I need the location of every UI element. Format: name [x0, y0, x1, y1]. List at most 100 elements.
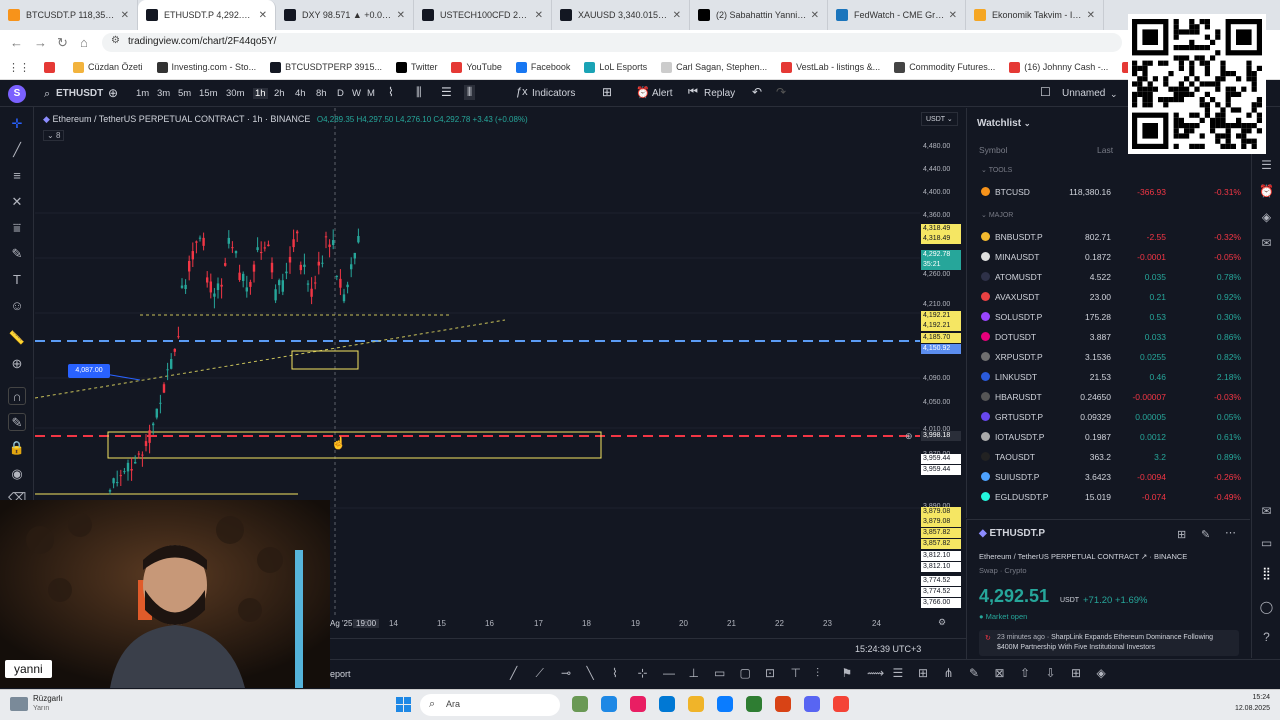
close-icon[interactable]: ✕ [121, 10, 129, 21]
column-symbol[interactable]: Symbol [979, 145, 1007, 155]
redo-icon[interactable]: ↷ [776, 85, 786, 99]
bookmark-item[interactable]: (16) Johnny Cash -... [1009, 61, 1108, 73]
horizontal-line-icon[interactable]: — [663, 666, 675, 680]
details-symbol[interactable]: ◆ ETHUSDT.P [979, 528, 1045, 539]
browser-tab[interactable]: USTECH100CFD 23,558.0 ✕ [414, 0, 552, 30]
info-line-icon[interactable]: ╲ [587, 666, 594, 680]
layout-icon[interactable]: ☐ [1040, 85, 1051, 99]
price-axis-marker[interactable]: 4,150.92 [921, 344, 961, 354]
bar-style-icon[interactable]: ⫼ [416, 85, 422, 100]
wave-icon[interactable]: ⟿ [867, 666, 884, 680]
watchlist-row[interactable]: XRPUSDT.P 3.1536 0.0255 0.82% [967, 347, 1251, 367]
price-axis-marker[interactable]: 3,857.82 [921, 528, 961, 538]
symbol-search-icon[interactable]: ⌕ [44, 88, 50, 101]
price-axis-marker[interactable]: 3,959.44 [921, 465, 961, 475]
grid-tool-icon[interactable]: ⊞ [918, 666, 928, 680]
prediction-icon[interactable]: ⩸ [8, 219, 26, 237]
copilot-icon[interactable] [630, 696, 646, 712]
watchlist-title[interactable]: Watchlist ⌄ [977, 118, 1031, 129]
stay-drawing-icon[interactable]: ✎ [8, 413, 26, 431]
replay-icon[interactable]: ⏮ [688, 86, 698, 99]
path-icon[interactable]: ⌇ [612, 666, 618, 680]
pencil-icon[interactable]: ✎ [969, 666, 979, 680]
interval-option[interactable]: 1m [136, 88, 149, 99]
edge-icon[interactable] [601, 696, 617, 712]
price-axis-marker[interactable]: 3,959.44 [921, 454, 961, 464]
outlook-icon[interactable] [659, 696, 675, 712]
interval-option[interactable]: 2h [274, 88, 285, 99]
whatsapp-icon[interactable] [746, 696, 762, 712]
add-alert-icon[interactable]: ⊕ [905, 431, 913, 442]
price-axis-marker[interactable]: 3,774.52 [921, 587, 961, 597]
alert-icon[interactable]: ⏰ [636, 86, 650, 99]
watchlist-icon[interactable]: ☰ [1259, 158, 1274, 173]
price-axis-marker[interactable]: 3,879.08 [921, 517, 961, 527]
watchlist-row[interactable]: BTCUSD 118,380.16 -366.93 -0.31% [967, 182, 1251, 202]
fork-icon[interactable]: ⫶ [816, 666, 819, 681]
alert-button[interactable]: Alert [652, 88, 673, 99]
interval-option[interactable]: 4h [295, 88, 306, 99]
arrow-up-icon[interactable]: ⇧ [1020, 666, 1030, 680]
chart-legend[interactable]: ◆ Ethereum / TetherUS PERPETUAL CONTRACT… [43, 114, 528, 125]
line-tool-icon[interactable]: ╱ [510, 666, 517, 680]
clock[interactable]: 15:24:39 UTC+3 [855, 644, 921, 654]
report-tab[interactable]: eport [330, 669, 351, 679]
watchlist-row[interactable]: MINAUSDT 0.1872 -0.0001 -0.05% [967, 247, 1251, 267]
price-label-left[interactable]: 4,087.00 [68, 364, 110, 378]
interval-option[interactable]: D [337, 88, 344, 99]
watchlist-row[interactable]: BNBUSDT.P 802.71 -2.55 -0.32% [967, 227, 1251, 247]
emoji-icon[interactable]: ☺ [8, 297, 26, 315]
bookmark-item[interactable]: VestLab - listings &... [781, 61, 880, 73]
interval-option[interactable]: M [367, 88, 375, 99]
more-icon[interactable]: ⋯ [1225, 526, 1236, 539]
replay-button[interactable]: Replay [704, 88, 735, 99]
section-tools[interactable]: ⌄ TOOLS [981, 166, 1012, 174]
chart-settings-icon[interactable]: ⚙ [938, 617, 946, 628]
interval-option[interactable]: W [352, 88, 361, 99]
ruler-icon[interactable]: 📏 [8, 329, 26, 347]
zoom-icon[interactable]: ⊕ [8, 355, 26, 373]
bookmark-item[interactable]: Facebook [515, 61, 570, 73]
pitchfork-icon[interactable]: ⋔ [944, 666, 954, 680]
start-icon[interactable] [396, 697, 412, 713]
taskbar-time[interactable]: 15:24 [1222, 694, 1270, 701]
column-last[interactable]: Last [1097, 145, 1113, 155]
pattern-icon[interactable]: ✕ [8, 193, 26, 211]
discord-icon[interactable] [804, 696, 820, 712]
watchlist-row[interactable]: GRTUSDT.P 0.09329 0.00005 0.05% [967, 407, 1251, 427]
price-axis-marker[interactable]: 4,318.49 [921, 234, 961, 244]
rectangle-icon[interactable]: ▢ [740, 666, 751, 680]
forward-icon[interactable]: → [34, 35, 47, 50]
taskbar-date[interactable]: 12.08.2025 [1222, 705, 1270, 712]
candles-icon[interactable]: ⫴ [464, 85, 476, 100]
close-icon[interactable]: ✕ [259, 10, 267, 21]
box-icon[interactable]: ⊠ [995, 666, 1005, 680]
watchlist-row[interactable]: AVAXUSDT 23.00 0.21 0.92% [967, 287, 1251, 307]
watchlist-row[interactable]: IOTAUSDT.P 0.1987 0.0012 0.61% [967, 427, 1251, 447]
eye-icon[interactable]: ◉ [8, 465, 26, 483]
interval-option[interactable]: 3m [157, 88, 170, 99]
layers-tool-icon[interactable]: ◈ [1097, 666, 1106, 680]
cat-icon[interactable] [572, 696, 588, 712]
symbol-search-input[interactable]: ETHUSDT [56, 88, 103, 99]
currency-selector[interactable]: USDT ⌄ [921, 112, 958, 126]
bookmark-item[interactable]: BTCUSDTPERP 3915... [270, 61, 382, 73]
anchor-icon[interactable]: ⊥ [689, 666, 699, 680]
browser-tab[interactable]: FedWatch - CME Group ✕ [828, 0, 966, 30]
calendar-icon[interactable]: ▭ [1259, 536, 1274, 551]
home-icon[interactable]: ⌂ [80, 35, 88, 50]
chat-bubble-icon[interactable]: ◯ [1259, 600, 1274, 615]
bookmark-item[interactable]: Cüzdan Özeti [73, 61, 143, 73]
close-icon[interactable]: ✕ [949, 10, 957, 21]
interval-option[interactable]: 1h [253, 88, 268, 99]
interval-option[interactable]: 5m [178, 88, 191, 99]
close-icon[interactable]: ✕ [811, 10, 819, 21]
compare-symbol-icon[interactable]: ⊕ [108, 86, 118, 100]
price-axis-marker[interactable]: 3,879.08 [921, 507, 961, 517]
bookmark-item[interactable]: YouTube [451, 61, 502, 73]
url-input[interactable]: ⚙ tradingview.com/chart/2F44qo5Y/ [102, 33, 1122, 52]
chat-icon[interactable]: ✉ [1259, 236, 1274, 251]
alerts-icon[interactable]: ⏰ [1259, 184, 1274, 199]
interval-option[interactable]: 8h [316, 88, 327, 99]
close-icon[interactable]: ✕ [535, 10, 543, 21]
